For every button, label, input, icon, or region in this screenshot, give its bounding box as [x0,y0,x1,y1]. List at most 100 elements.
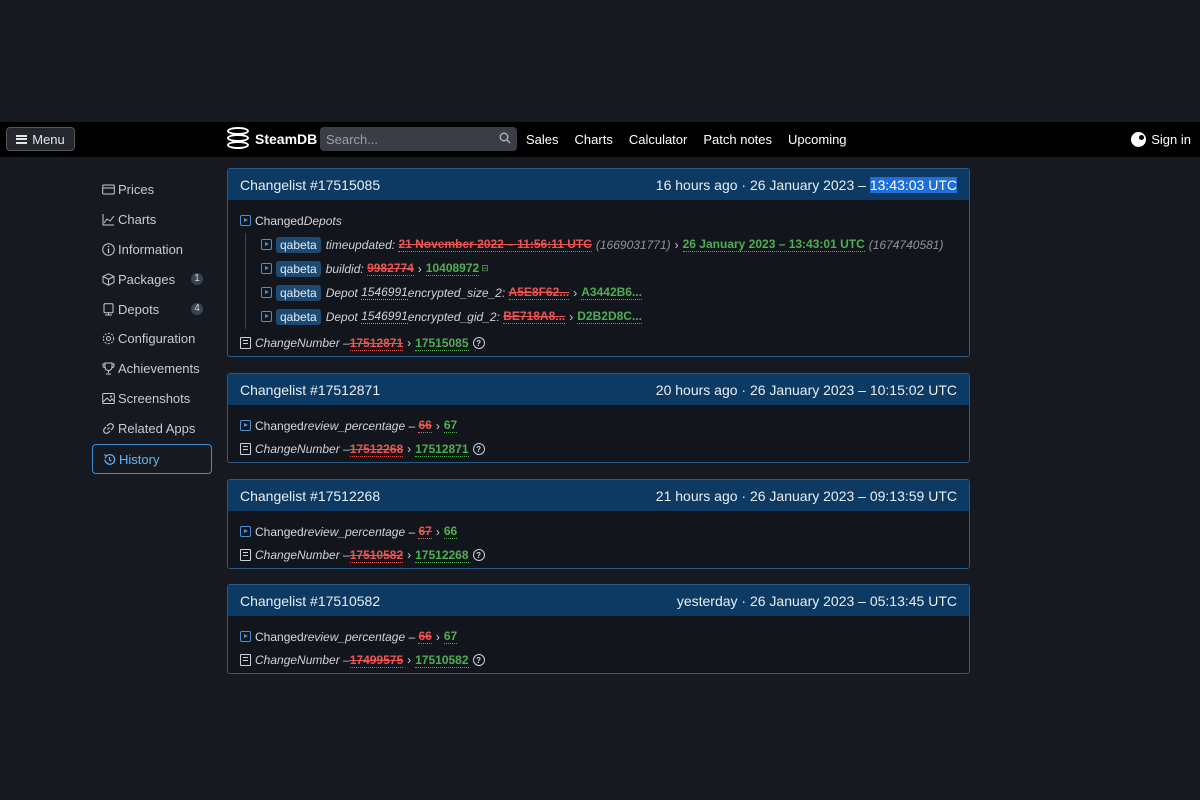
changelist-title[interactable]: Changelist #17512268 [240,488,380,504]
changenumber-row: ChangeNumber – 17512871 › 17515085 ? [240,332,957,356]
changelist-body: Changed review_percentage – 66 › 67 Chan… [228,616,969,680]
sidebar-item-label: History [119,451,160,467]
nav-sales[interactable]: Sales [526,132,559,147]
depot-change-row: qabeta Depot 1546991 encrypted_gid_2: BE… [246,305,957,329]
app-sidebar: Prices Charts Information Packages 1 Dep… [92,175,212,475]
old-changenumber[interactable]: 17512268 [349,442,404,457]
change-box-icon [261,311,272,322]
steamdb-logo-icon [226,126,250,152]
top-navbar: Menu SteamDB Sales Charts Calculator Pat… [0,122,1200,157]
image-icon [102,392,115,404]
old-value: 21 November 2022 – 11:56:11 UTC [398,237,592,252]
nav-patch-notes[interactable]: Patch notes [703,132,772,147]
new-value: 26 January 2023 – 13:43:01 UTC [682,237,865,252]
sidebar-item-related-apps[interactable]: Related Apps [92,413,212,443]
new-value[interactable]: 10408972 [425,261,480,276]
changelist-card: Changelist #17515085 16 hours ago · 26 J… [227,168,970,357]
search-box [320,127,517,151]
sidebar-item-prices[interactable]: Prices [92,175,212,205]
changelist-title[interactable]: Changelist #17515085 [240,177,380,193]
packages-count-badge: 1 [191,273,203,286]
changelist-time: 16 hours ago · 26 January 2023 – 13:43:0… [655,176,957,193]
package-icon [102,273,115,286]
sign-in-link[interactable]: Sign in [1131,122,1191,157]
depot-id-link[interactable]: 1546991 [361,285,408,300]
steamdb-logo[interactable]: SteamDB [226,126,317,152]
highlighted-time: 13:43:03 UTC [869,176,957,193]
old-changenumber[interactable]: 17510582 [349,548,404,563]
changelist-time: 20 hours ago · 26 January 2023 – 10:15:0… [655,381,957,398]
sidebar-item-label: Charts [118,212,157,228]
depot-change-row: qabeta buildid: 9982774 › 10408972 ⊟ [246,257,957,281]
change-box-icon [261,287,272,298]
changelist-title[interactable]: Changelist #17512871 [240,382,380,398]
depots-count-badge: 4 [191,303,203,316]
help-icon[interactable]: ? [472,443,485,456]
nav-charts[interactable]: Charts [575,132,613,147]
help-icon[interactable]: ? [472,654,485,667]
changelist-title[interactable]: Changelist #17510582 [240,593,380,609]
sidebar-item-configuration[interactable]: Configuration [92,324,212,354]
depot-id-link[interactable]: 1546991 [361,309,408,324]
sidebar-item-achievements[interactable]: Achievements [92,354,212,384]
change-box-icon [261,239,272,250]
sidebar-item-depots[interactable]: Depots 4 [92,294,212,324]
document-icon [240,549,251,562]
help-icon[interactable]: ? [472,337,485,350]
nav-upcoming[interactable]: Upcoming [788,132,847,147]
sidebar-item-label: Information [118,241,184,257]
sidebar-item-packages[interactable]: Packages 1 [92,264,212,294]
sidebar-item-label: Screenshots [118,390,191,406]
changenumber-row: ChangeNumber – 17510582 › 17512268 ? [240,544,957,568]
sidebar-item-screenshots[interactable]: Screenshots [92,384,212,414]
search-icon[interactable] [499,132,511,144]
changelist-body: Changed Depots qabeta timeupdated: 21 No… [228,200,969,363]
new-value: 67 [443,418,458,434]
help-icon[interactable]: ? [472,549,485,562]
card-icon [102,184,115,195]
old-value: A5E8F62... [508,285,570,300]
new-changenumber[interactable]: 17512268 [415,548,469,563]
changelist-body: Changed review_percentage – 67 › 66 Chan… [228,511,969,575]
new-changenumber[interactable]: 17510582 [415,653,469,668]
old-value[interactable]: 9982774 [367,261,414,276]
document-icon [240,654,251,667]
menu-button[interactable]: Menu [6,127,75,151]
change-box-icon [240,631,251,643]
new-changenumber[interactable]: 17512871 [415,442,469,457]
trophy-icon [102,362,115,375]
changelist-card: Changelist #17510582 yesterday · 26 Janu… [227,584,970,674]
sidebar-item-label: Prices [118,182,155,198]
sidebar-item-charts[interactable]: Charts [92,205,212,235]
history-icon [104,453,116,465]
old-changenumber[interactable]: 17499575 [349,653,404,668]
branch-tag: qabeta [276,236,321,253]
sidebar-item-label: Depots [118,301,160,317]
patch-notes-icon[interactable]: ⊟ [481,263,489,274]
old-changenumber[interactable]: 17512871 [349,336,404,351]
sign-in-label: Sign in [1151,132,1191,147]
new-value: 67 [443,629,458,645]
changenumber-row: ChangeNumber – 17512268 › 17512871 ? [240,438,957,462]
nav-calculator[interactable]: Calculator [629,132,688,147]
depot-changes-list: qabeta timeupdated: 21 November 2022 – 1… [245,232,957,329]
search-input[interactable] [320,127,517,151]
info-icon [102,243,115,256]
sidebar-item-history[interactable]: History [92,444,212,475]
depot-icon [103,302,114,316]
new-value: A3442B6... [581,285,642,300]
logo-text: SteamDB [255,131,318,147]
new-changenumber[interactable]: 17515085 [415,336,469,351]
sidebar-item-information[interactable]: Information [92,235,212,265]
sidebar-item-label: Configuration [118,331,196,347]
depot-change-row: qabeta timeupdated: 21 November 2022 – 1… [246,233,957,257]
change-box-icon [240,526,251,538]
new-value: 66 [443,524,458,540]
old-value: BE718A8... [503,309,566,324]
link-icon [103,422,114,434]
changelist-time: 21 hours ago · 26 January 2023 – 09:13:5… [655,487,957,504]
change-box-icon [240,420,251,432]
old-value: 66 [418,418,432,434]
gear-icon [102,333,115,345]
depot-change-row: qabeta Depot 1546991 encrypted_size_2: A… [246,281,957,305]
